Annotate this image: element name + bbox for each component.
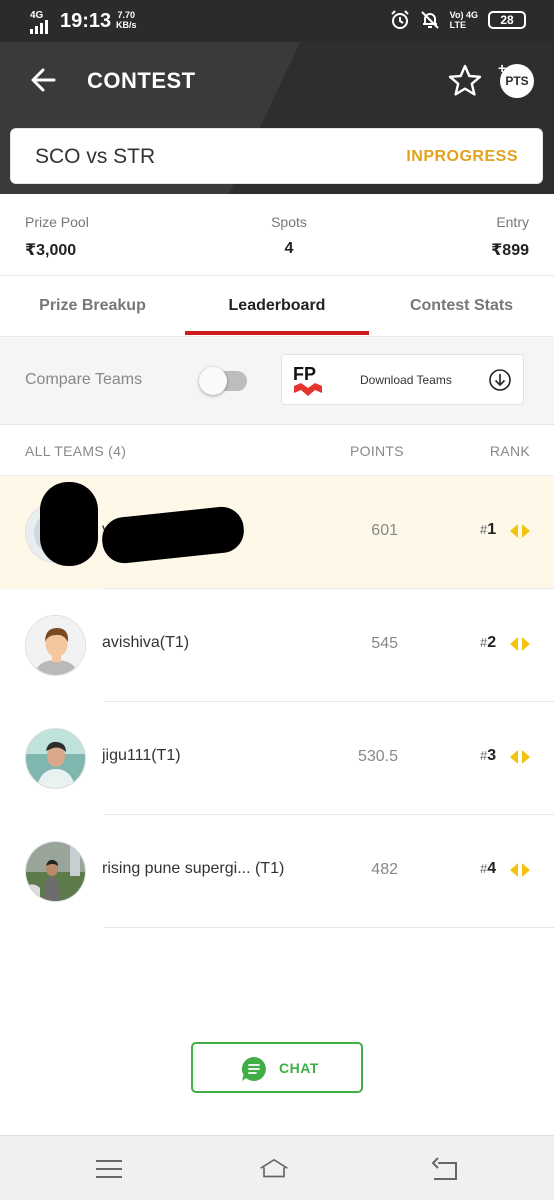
redaction-mark <box>99 504 247 566</box>
rank-change-icon <box>510 863 530 877</box>
lte-indicator: Vo) 4G LTE <box>450 10 478 30</box>
entry-value: ₹899 <box>491 242 529 259</box>
spots-label: Spots <box>271 214 307 230</box>
home-icon[interactable] <box>259 1154 289 1184</box>
team-name: avishiva(T1) <box>102 634 190 651</box>
rank-change-icon <box>510 750 530 764</box>
chat-label: CHAT <box>279 1060 319 1076</box>
table-row[interactable]: jigu111(T1) 530.5 #3 <box>0 702 554 815</box>
points-button[interactable]: PTS <box>500 64 534 98</box>
team-points: 601 <box>371 522 398 539</box>
prize-pool-label: Prize Pool <box>25 214 89 230</box>
compare-teams-label: Compare Teams <box>25 371 143 388</box>
match-card: SCO vs STR INPROGRESS <box>10 128 543 184</box>
team-rank: #3 <box>480 747 496 765</box>
status-bar: 4G 19:13 7.70 KB/s Vo) 4G LTE 28 <box>0 0 554 42</box>
battery-icon: 28 <box>488 11 526 29</box>
team-rank: #2 <box>480 634 496 652</box>
rank-change-icon <box>510 524 530 538</box>
download-teams-button[interactable]: FP Download Teams <box>281 354 524 405</box>
match-title: SCO vs STR <box>35 145 156 168</box>
team-rank: #1 <box>480 521 496 539</box>
chat-button[interactable]: CHAT <box>191 1042 363 1093</box>
table-row[interactable]: rising pune supergi... (T1) 482 #4 <box>0 815 554 928</box>
rank-number: 1 <box>487 521 497 538</box>
download-teams-label: Download Teams <box>360 373 452 387</box>
tab-prize-breakup[interactable]: Prize Breakup <box>0 277 185 337</box>
row-divider <box>104 927 554 928</box>
spots: Spots 4 <box>230 214 348 258</box>
clock: 19:13 <box>60 10 112 32</box>
points-column-label: POINTS <box>350 443 404 459</box>
contest-header: CONTEST + PTS SCO vs STR INPROGRESS <box>0 42 554 194</box>
table-row[interactable]: avishiva(T1) 545 #2 <box>0 589 554 702</box>
table-row[interactable]: v 601 #1 <box>0 476 554 589</box>
prize-pool-value: ₹3,000 <box>25 242 77 259</box>
rank-number: 4 <box>487 860 497 877</box>
contest-info: Prize Pool ₹3,000 Spots 4 Entry ₹899 <box>0 194 554 276</box>
status-right: Vo) 4G LTE 28 <box>390 10 526 30</box>
arrow-left-icon[interactable] <box>26 62 62 98</box>
tab-bar: Prize Breakup Leaderboard Contest Stats <box>0 277 554 337</box>
compare-teams-bar: Compare Teams FP Download Teams <box>0 338 554 425</box>
team-points: 530.5 <box>357 748 398 765</box>
return-icon[interactable] <box>430 1154 460 1184</box>
prize-pool: Prize Pool ₹3,000 <box>25 214 89 260</box>
rank-column-label: RANK <box>489 443 530 459</box>
download-circle-icon <box>489 369 511 391</box>
avatar <box>25 728 86 789</box>
mute-notification-icon <box>420 11 439 29</box>
alarm-icon <box>390 10 409 29</box>
system-nav-bar <box>0 1135 554 1200</box>
lte-bottom: LTE <box>449 20 466 30</box>
all-teams-label: ALL TEAMS (4) <box>25 443 127 459</box>
match-status-badge: INPROGRESS <box>406 148 518 165</box>
rank-change-icon <box>510 637 530 651</box>
toggle-knob <box>199 367 227 395</box>
network-speed: 7.70 KB/s <box>116 10 137 30</box>
avatar <box>25 615 86 676</box>
speed-unit: KB/s <box>116 20 137 30</box>
tab-leaderboard[interactable]: Leaderboard <box>185 277 369 337</box>
team-points: 482 <box>371 861 398 878</box>
fp-logo-text: FP <box>293 364 316 384</box>
entry-label: Entry <box>496 214 529 230</box>
signal-icon <box>30 20 48 34</box>
avatar <box>25 841 86 902</box>
menu-icon[interactable] <box>94 1154 124 1184</box>
team-rank: #4 <box>480 860 496 878</box>
chat-bubble-icon <box>241 1056 266 1081</box>
lte-top: Vo) 4G <box>449 10 478 20</box>
rank-number: 2 <box>487 634 497 651</box>
page-title: CONTEST <box>87 68 196 93</box>
compare-teams-toggle[interactable] <box>199 367 247 395</box>
spots-value: 4 <box>284 240 294 257</box>
team-name: jigu111(T1) <box>102 747 181 764</box>
team-points: 545 <box>371 635 398 652</box>
redaction-mark <box>40 482 98 566</box>
fp-logo: FP <box>293 364 322 396</box>
team-name: rising pune supergi... (T1) <box>102 860 285 877</box>
star-icon[interactable] <box>446 62 484 100</box>
speed-value: 7.70 <box>117 10 136 20</box>
active-tab-indicator <box>185 331 369 335</box>
tab-contest-stats[interactable]: Contest Stats <box>369 277 554 337</box>
entry-fee: Entry ₹899 <box>491 214 529 260</box>
leaderboard-header: ALL TEAMS (4) POINTS RANK <box>0 426 554 476</box>
rank-number: 3 <box>487 747 497 764</box>
